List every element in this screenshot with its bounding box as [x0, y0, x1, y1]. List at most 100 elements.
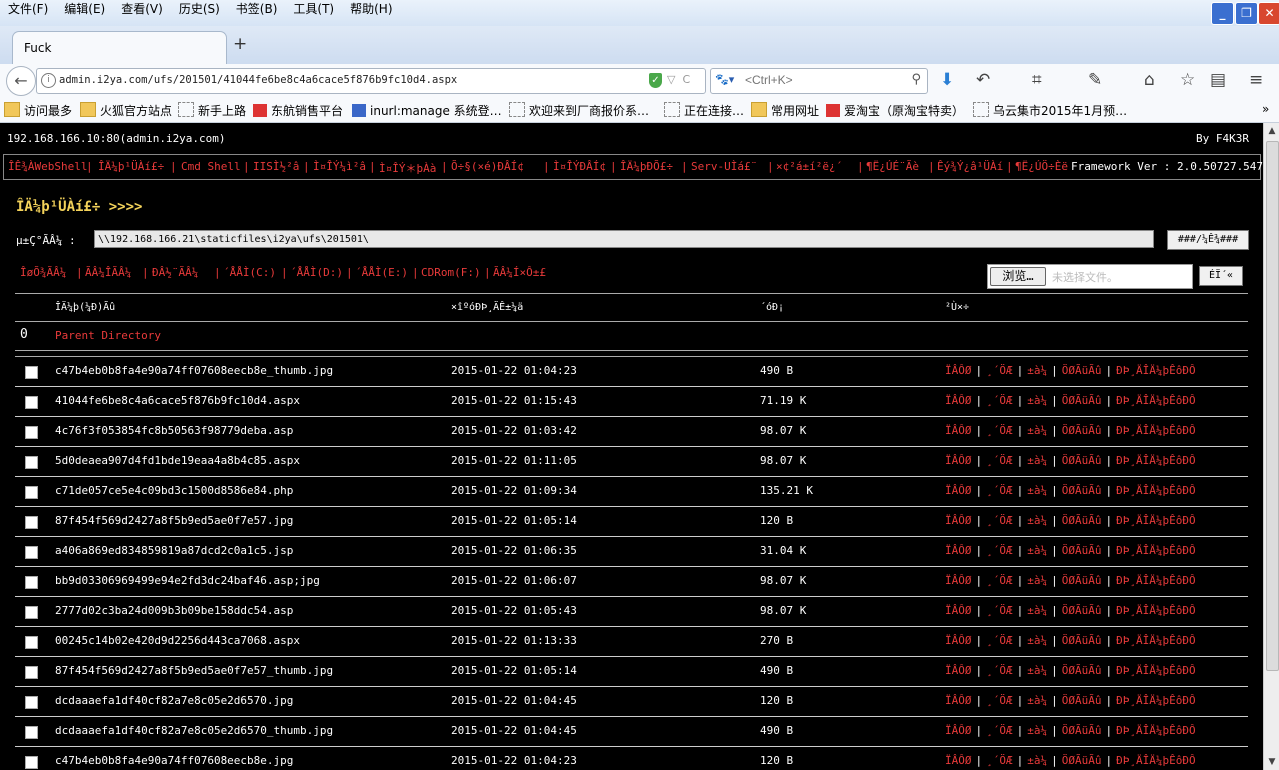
- row-action-link[interactable]: ÖØÃüÃû: [1062, 694, 1102, 707]
- row-checkbox[interactable]: [25, 756, 38, 769]
- row-action-link[interactable]: ¸´ÖÆ: [986, 394, 1013, 407]
- row-action-link[interactable]: ÏÂÔØ: [945, 724, 972, 737]
- row-action-link[interactable]: ÐÞ¸ÄÎÄ¼þÊôÐÔ: [1116, 364, 1195, 377]
- row-action-link[interactable]: ±à¼: [1027, 514, 1047, 527]
- file-name[interactable]: c71de057ce5e4c09bd3c1500d8586e84.php: [55, 484, 293, 497]
- file-name[interactable]: 2777d02c3ba24d009b3b09be158ddc54.asp: [55, 604, 293, 617]
- row-action-link[interactable]: ÏÂÔØ: [945, 664, 972, 677]
- row-action-link[interactable]: ±à¼: [1027, 454, 1047, 467]
- row-action-link[interactable]: ±à¼: [1027, 604, 1047, 617]
- nav-link[interactable]: ÎÄ¼þÐÕ£÷: [620, 160, 673, 173]
- shield-icon[interactable]: ✓: [649, 73, 662, 88]
- scroll-thumb[interactable]: [1266, 141, 1279, 671]
- row-action-link[interactable]: ÖØÃüÃû: [1062, 754, 1102, 767]
- row-action-link[interactable]: ÏÂÔØ: [945, 364, 972, 377]
- row-action-link[interactable]: ÏÂÔØ: [945, 754, 972, 767]
- row-action-link[interactable]: ±à¼: [1027, 544, 1047, 557]
- file-upload-field[interactable]: 浏览… 未选择文件。: [987, 264, 1193, 289]
- row-action-link[interactable]: ÐÞ¸ÄÎÄ¼þÊôÐÔ: [1116, 424, 1195, 437]
- scroll-down-icon[interactable]: ▼: [1264, 754, 1279, 770]
- drive-link[interactable]: ÐÂ½¨ÃÂ¼: [152, 266, 198, 279]
- magnifier-icon[interactable]: ⚲: [911, 72, 921, 87]
- row-action-link[interactable]: ±à¼: [1027, 574, 1047, 587]
- nav-link[interactable]: Serv-UÌá£¨: [691, 160, 757, 173]
- row-action-link[interactable]: ÏÂÔØ: [945, 454, 972, 467]
- row-action-link[interactable]: ±à¼: [1027, 424, 1047, 437]
- parent-directory-link[interactable]: Parent Directory: [55, 329, 161, 342]
- row-action-link[interactable]: ÖØÃüÃû: [1062, 514, 1102, 527]
- row-action-link[interactable]: ±à¼: [1027, 724, 1047, 737]
- file-name[interactable]: dcdaaaefa1df40cf82a7e8c05e2d6570_thumb.j…: [55, 724, 333, 737]
- row-action-link[interactable]: ÖØÃüÃû: [1062, 424, 1102, 437]
- row-action-link[interactable]: ÏÂÔØ: [945, 484, 972, 497]
- undo-icon[interactable]: ↶: [976, 70, 990, 90]
- row-action-link[interactable]: ¸´ÖÆ: [986, 724, 1013, 737]
- bookmark-star-icon[interactable]: ☆: [1180, 70, 1195, 90]
- row-action-link[interactable]: ÏÂÔØ: [945, 514, 972, 527]
- row-action-link[interactable]: ÖØÃüÃû: [1062, 364, 1102, 377]
- nav-link[interactable]: Êý¾Ý¿â¹ÜÀí: [937, 160, 1003, 173]
- file-name[interactable]: 87f454f569d2427a8f5b9ed5ae0f7e57.jpg: [55, 514, 293, 527]
- row-action-link[interactable]: ÐÞ¸ÄÎÄ¼þÊôÐÔ: [1116, 604, 1195, 617]
- nav-link[interactable]: Cmd Shell: [181, 160, 241, 173]
- new-tab-button[interactable]: +: [233, 34, 247, 54]
- row-action-link[interactable]: ±à¼: [1027, 484, 1047, 497]
- drive-link[interactable]: ´ÅÅÌ(C:): [223, 266, 276, 279]
- row-action-link[interactable]: ¸´ÖÆ: [986, 634, 1013, 647]
- search-box[interactable]: 🐾▾ ⚲: [710, 68, 928, 94]
- drive-link[interactable]: ÎøÕ¾ÃÂ¼: [20, 266, 66, 279]
- row-action-link[interactable]: ¸´ÖÆ: [986, 364, 1013, 377]
- bookmark-item[interactable]: 正在连接…: [664, 102, 744, 119]
- nav-link[interactable]: ¶Ë¿ÚÖ÷Èë: [1015, 160, 1068, 173]
- drive-link[interactable]: ÃÂ¼Í×Ô±£: [493, 266, 546, 279]
- row-checkbox[interactable]: [25, 606, 38, 619]
- row-action-link[interactable]: ÐÞ¸ÄÎÄ¼þÊôÐÔ: [1116, 634, 1195, 647]
- row-action-link[interactable]: ÖØÃüÃû: [1062, 664, 1102, 677]
- row-action-link[interactable]: ÖØÃüÃû: [1062, 574, 1102, 587]
- nav-link[interactable]: Ì¤ÎÝ¼ì²â: [313, 160, 366, 173]
- back-button[interactable]: ←: [6, 66, 36, 96]
- row-checkbox[interactable]: [25, 516, 38, 529]
- bookmark-item[interactable]: 东航销售平台: [253, 102, 343, 119]
- row-action-link[interactable]: ÖØÃüÃû: [1062, 604, 1102, 617]
- row-action-link[interactable]: ÏÂÔØ: [945, 574, 972, 587]
- row-checkbox[interactable]: [25, 576, 38, 589]
- file-name[interactable]: c47b4eb0b8fa4e90a74ff07608eecb8e.jpg: [55, 754, 293, 767]
- file-name[interactable]: 00245c14b02e420d9d2256d443ca7068.aspx: [55, 634, 300, 647]
- file-name[interactable]: 4c76f3f053854fc8b50563f98779deba.asp: [55, 424, 293, 437]
- menu-tools[interactable]: 工具(T): [285, 0, 342, 19]
- browse-button[interactable]: 浏览…: [990, 267, 1046, 286]
- bookmark-item[interactable]: 火狐官方站点: [80, 102, 172, 119]
- row-action-link[interactable]: ÐÞ¸ÄÎÄ¼þÊôÐÔ: [1116, 514, 1195, 527]
- row-action-link[interactable]: ÖØÃüÃû: [1062, 544, 1102, 557]
- row-checkbox[interactable]: [25, 426, 38, 439]
- row-checkbox[interactable]: [25, 726, 38, 739]
- row-action-link[interactable]: ±à¼: [1027, 634, 1047, 647]
- addon-icon[interactable]: ✎: [1088, 70, 1102, 90]
- vertical-scrollbar[interactable]: ▲ ▼: [1263, 123, 1279, 770]
- row-action-link[interactable]: ÖØÃüÃû: [1062, 724, 1102, 737]
- row-checkbox[interactable]: [25, 636, 38, 649]
- row-checkbox[interactable]: [25, 456, 38, 469]
- row-action-link[interactable]: ¸´ÖÆ: [986, 664, 1013, 677]
- row-action-link[interactable]: ¸´ÖÆ: [986, 544, 1013, 557]
- row-action-link[interactable]: ¸´ÖÆ: [986, 604, 1013, 617]
- menu-view[interactable]: 查看(V): [113, 0, 171, 19]
- nav-link[interactable]: Ì¤ÎÝ＊þÀà: [379, 160, 436, 176]
- path-input[interactable]: [94, 230, 1154, 248]
- tab-active[interactable]: Fuck: [12, 31, 227, 65]
- menu-history[interactable]: 历史(S): [171, 0, 228, 19]
- drive-link[interactable]: ÃÂ¼ÎÃÂ¼: [85, 266, 131, 279]
- close-window-button[interactable]: ✕: [1258, 2, 1279, 25]
- maximize-button[interactable]: ❐: [1235, 2, 1258, 25]
- go-button[interactable]: ###/¼Ê¾###: [1167, 230, 1249, 250]
- row-checkbox[interactable]: [25, 396, 38, 409]
- row-action-link[interactable]: ±à¼: [1027, 664, 1047, 677]
- menu-help[interactable]: 帮助(H): [342, 0, 400, 19]
- bookmark-item[interactable]: 爱淘宝（原淘宝特卖）: [826, 102, 964, 119]
- menu-file[interactable]: 文件(F): [0, 0, 56, 19]
- row-action-link[interactable]: ÐÞ¸ÄÎÄ¼þÊôÐÔ: [1116, 544, 1195, 557]
- file-name[interactable]: 5d0deaea907d4fd1bde19eaa4a8b4c85.aspx: [55, 454, 300, 467]
- upload-button[interactable]: ÉÏ´«: [1199, 266, 1243, 286]
- row-action-link[interactable]: ÖØÃüÃû: [1062, 394, 1102, 407]
